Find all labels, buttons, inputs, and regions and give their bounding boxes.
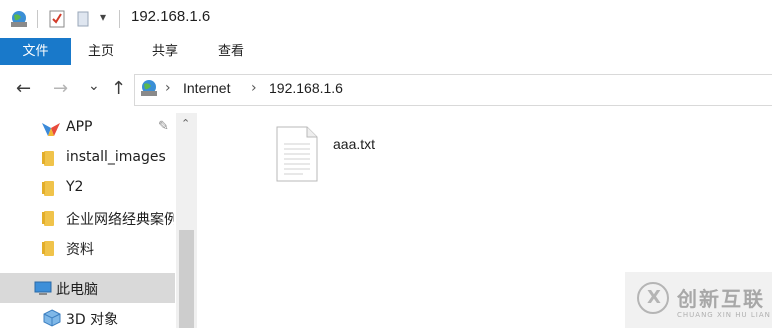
folder-icon	[42, 241, 54, 256]
tab-home[interactable]: 主页	[88, 38, 114, 65]
network-location-icon	[11, 11, 27, 27]
up-button[interactable]: ↑	[111, 79, 126, 99]
sidebar-item-app[interactable]: APP ✎	[0, 113, 175, 143]
sidebar-item-label: 企业网络经典案例	[66, 212, 174, 228]
title-bar	[0, 0, 772, 38]
tab-share[interactable]: 共享	[152, 38, 178, 65]
sidebar-item-label: 此电脑	[56, 282, 98, 298]
folder-icon	[42, 181, 54, 196]
back-button[interactable]: ←	[16, 79, 31, 99]
forward-button[interactable]: →	[53, 79, 68, 99]
pin-icon[interactable]: ✎	[158, 119, 169, 134]
tab-view[interactable]: 查看	[218, 38, 244, 65]
breadcrumb-internet[interactable]: Internet	[183, 80, 230, 96]
navigation-pane-scrollbar[interactable]: ⌃	[176, 113, 197, 328]
watermark: 创新互联 CHUANG XIN HU LIAN	[625, 272, 772, 328]
breadcrumb-separator[interactable]: ›	[165, 80, 171, 96]
ribbon-tab-bar	[0, 38, 772, 66]
sidebar-item-label: 3D 对象	[66, 312, 119, 328]
app-icon	[42, 123, 60, 136]
window-title: 192.168.1.6	[131, 8, 211, 25]
recent-locations-button[interactable]: ⌄	[88, 76, 100, 96]
sidebar-item-label: Y2	[66, 179, 84, 195]
watermark-text: 创新互联	[677, 287, 765, 311]
sidebar-item-install-images[interactable]: install_images	[0, 143, 175, 173]
folder-icon	[42, 151, 54, 166]
sidebar-item-network-cases[interactable]: 企业网络经典案例	[0, 203, 175, 233]
sidebar-item-this-pc[interactable]: 此电脑	[0, 273, 175, 303]
sidebar-item-label: 资料	[66, 242, 94, 258]
computer-icon	[34, 281, 52, 295]
network-icon	[141, 80, 157, 96]
folder-icon	[42, 211, 54, 226]
quick-access-separator	[37, 10, 38, 28]
tab-file[interactable]: 文件	[0, 38, 71, 65]
title-separator	[119, 10, 120, 28]
scrollbar-thumb[interactable]	[179, 230, 194, 328]
new-folder-icon[interactable]	[75, 9, 91, 29]
watermark-subtext: CHUANG XIN HU LIAN	[677, 311, 771, 319]
breadcrumb-separator[interactable]: ›	[251, 80, 257, 96]
3d-objects-icon	[43, 309, 61, 327]
sidebar-item-3d-objects[interactable]: 3D 对象	[0, 303, 175, 333]
properties-icon[interactable]	[48, 9, 66, 29]
sidebar-item-y2[interactable]: Y2	[0, 173, 175, 203]
breadcrumb-host[interactable]: 192.168.1.6	[269, 80, 343, 96]
text-file-icon[interactable]	[275, 126, 319, 182]
file-name[interactable]: aaa.txt	[333, 136, 375, 152]
sidebar-item-materials[interactable]: 资料	[0, 233, 175, 263]
sidebar-item-label: install_images	[66, 149, 166, 165]
customize-quick-access-icon[interactable]: ▾	[100, 10, 106, 24]
scroll-up-icon[interactable]: ⌃	[181, 117, 190, 130]
watermark-logo-icon	[637, 282, 669, 314]
